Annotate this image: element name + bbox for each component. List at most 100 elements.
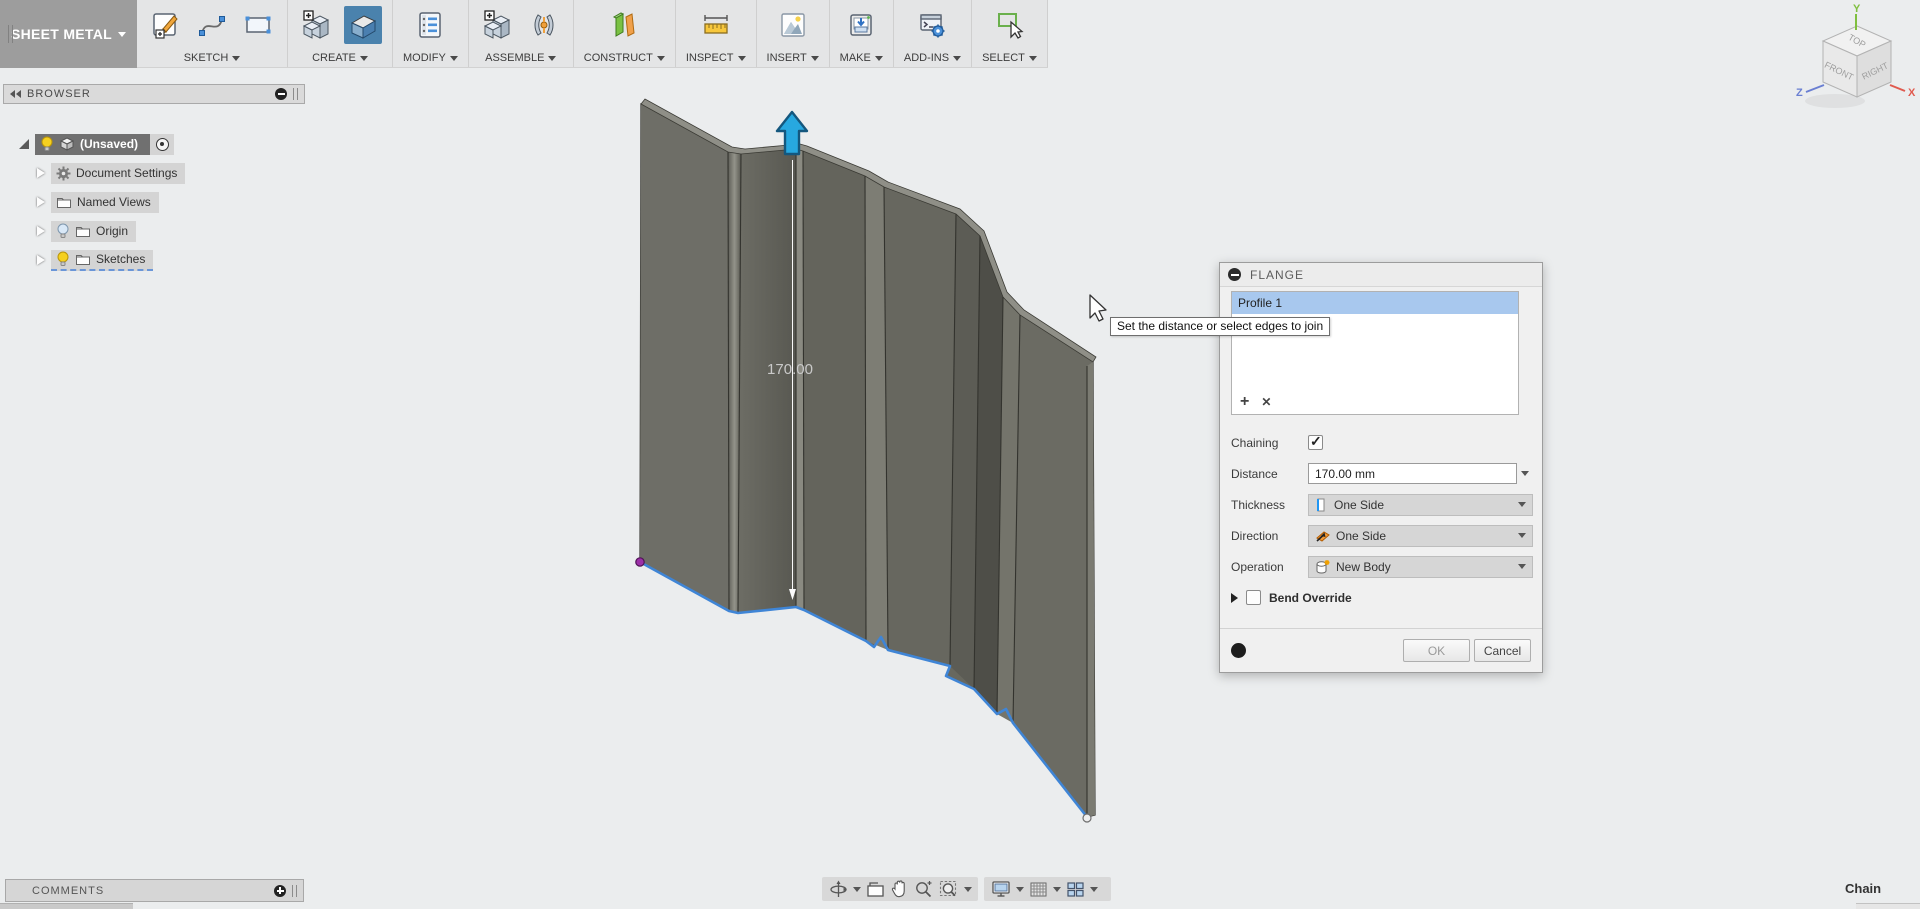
ok-button[interactable]: OK [1403, 639, 1470, 662]
sketches-label: Sketches [96, 252, 145, 266]
bulb-off-icon[interactable] [56, 223, 70, 239]
thickness-select[interactable]: One Side [1308, 494, 1533, 516]
group-create: CREATE [288, 0, 393, 67]
new-component-button[interactable] [479, 6, 517, 44]
chevron-down-icon[interactable] [1053, 887, 1061, 892]
timeline-edge [0, 903, 133, 909]
group-label-create[interactable]: CREATE [312, 50, 368, 66]
new-body-icon [1314, 559, 1330, 575]
tree-row-document-settings[interactable]: Document Settings [37, 162, 185, 184]
dialog-drag-icon[interactable] [1228, 268, 1241, 281]
group-label-sketch[interactable]: SKETCH [184, 50, 241, 66]
comments-bar[interactable]: COMMENTS [5, 879, 304, 902]
group-label-assemble[interactable]: ASSEMBLE [485, 50, 556, 66]
grid-snap-button[interactable] [1028, 881, 1049, 898]
sheet-metal-rules-button[interactable] [411, 6, 449, 44]
chevron-down-icon [548, 56, 556, 61]
root-node[interactable]: (Unsaved) [35, 134, 150, 155]
rectangle-icon [242, 9, 274, 41]
chevron-down-icon[interactable] [1016, 887, 1024, 892]
collapsed-triangle-icon[interactable] [37, 226, 45, 236]
document-settings-node[interactable]: Document Settings [51, 163, 185, 184]
collapsed-triangle-icon[interactable] [37, 255, 45, 265]
remove-selection-button[interactable]: ✕ [1261, 395, 1271, 409]
look-at-button[interactable] [865, 881, 886, 898]
distance-input[interactable]: 170.00 mm [1308, 463, 1517, 484]
chevron-down-icon [811, 56, 819, 61]
rectangle-tool-button[interactable] [239, 6, 277, 44]
sketches-node[interactable]: Sketches [51, 250, 153, 271]
insert-button[interactable] [774, 6, 812, 44]
distance-dropdown-button[interactable] [1517, 471, 1533, 476]
make-button[interactable] [842, 6, 880, 44]
viewports-button[interactable] [1065, 881, 1086, 898]
group-label-construct[interactable]: CONSTRUCT [584, 50, 665, 66]
viewcube[interactable]: TOP FRONT RIGHT Y Z X [1795, 0, 1920, 118]
axis-z-label: Z [1796, 87, 1803, 99]
flange-tool-button-active[interactable] [344, 6, 382, 44]
chevron-down-icon[interactable] [853, 887, 861, 892]
tab-drag-grip[interactable] [8, 25, 13, 43]
orbit-button[interactable] [828, 880, 849, 899]
fit-button[interactable] [938, 880, 960, 898]
activate-component-control[interactable] [150, 134, 174, 155]
bulb-on-icon[interactable] [56, 251, 70, 267]
panel-grip[interactable] [293, 88, 298, 100]
scripts-addins-button[interactable] [913, 6, 951, 44]
origin-node[interactable]: Origin [51, 221, 136, 242]
chaining-checkbox[interactable] [1308, 435, 1323, 450]
display-settings-button[interactable] [990, 880, 1012, 898]
direction-row: Direction One Side [1231, 522, 1533, 549]
workspace-tab-sheet-metal[interactable]: SHEET METAL [0, 0, 137, 68]
spline-tool-button[interactable] [193, 6, 231, 44]
bulb-on-icon[interactable] [40, 136, 54, 152]
chevron-down-icon[interactable] [1090, 887, 1098, 892]
group-modify: MODIFY [393, 0, 469, 67]
selection-list[interactable]: Profile 1 + ✕ [1231, 291, 1519, 415]
operation-select[interactable]: New Body [1308, 556, 1533, 578]
construct-plane-button[interactable] [605, 6, 643, 44]
group-label-select[interactable]: SELECT [982, 50, 1037, 66]
selection-item-profile1[interactable]: Profile 1 [1232, 292, 1518, 314]
tree-row-origin[interactable]: Origin [37, 220, 136, 242]
zoom-button[interactable] [913, 880, 934, 898]
expand-triangle-icon[interactable] [1231, 593, 1238, 603]
panel-grip[interactable] [292, 885, 297, 897]
collapse-panel-icon[interactable] [10, 90, 21, 98]
thickness-one-side-icon [1314, 497, 1328, 513]
sheet-metal-body[interactable] [640, 99, 1096, 817]
bend-override-checkbox[interactable] [1246, 590, 1261, 605]
remove-panel-icon[interactable] [275, 88, 287, 100]
group-label-addins[interactable]: ADD-INS [904, 50, 961, 66]
expanded-triangle-icon[interactable] [19, 139, 29, 149]
browser-header[interactable]: BROWSER [3, 84, 305, 104]
add-comment-icon[interactable] [274, 885, 286, 897]
sketch-start-point[interactable] [636, 558, 644, 566]
group-label-inspect[interactable]: INSPECT [686, 50, 746, 66]
tree-row-named-views[interactable]: Named Views [37, 191, 159, 213]
measure-button[interactable] [697, 6, 735, 44]
chevron-down-icon[interactable] [964, 887, 972, 892]
direction-select[interactable]: One Side [1308, 525, 1533, 547]
flange-dialog-header[interactable]: FLANGE [1220, 263, 1542, 287]
named-views-node[interactable]: Named Views [51, 192, 159, 213]
select-button[interactable] [990, 6, 1028, 44]
group-label-make[interactable]: MAKE [840, 50, 883, 66]
pan-button[interactable] [890, 880, 909, 898]
group-sketch: SKETCH [137, 0, 288, 67]
viewport-canvas[interactable]: 170.00 [0, 0, 1920, 909]
measure-icon [700, 9, 732, 41]
tree-row-sketches[interactable]: Sketches [37, 249, 153, 271]
collapsed-triangle-icon[interactable] [37, 168, 45, 178]
cancel-button[interactable]: Cancel [1474, 639, 1531, 662]
group-label-insert[interactable]: INSERT [767, 50, 819, 66]
group-label-modify[interactable]: MODIFY [403, 50, 458, 66]
sketch-end-point[interactable] [1083, 814, 1091, 822]
tree-row-root[interactable]: (Unsaved) [19, 133, 174, 155]
collapsed-triangle-icon[interactable] [37, 197, 45, 207]
joint-tool-button[interactable] [525, 6, 563, 44]
add-selection-button[interactable]: + [1240, 393, 1249, 411]
create-solid-button[interactable] [298, 6, 336, 44]
create-sketch-button[interactable] [147, 6, 185, 44]
info-icon[interactable] [1231, 643, 1246, 658]
